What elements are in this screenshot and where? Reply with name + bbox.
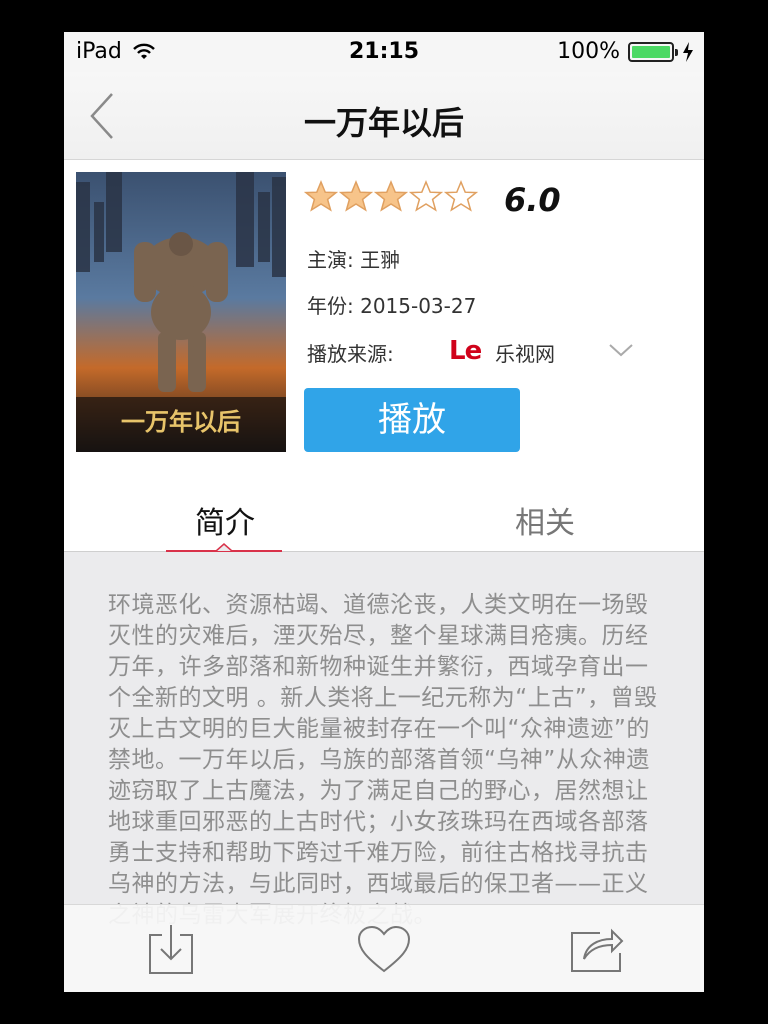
battery-icon <box>628 41 678 62</box>
page-title: 一万年以后 <box>303 104 464 142</box>
favorite-button[interactable] <box>356 925 412 979</box>
star-rating <box>304 180 479 214</box>
star-empty-icon <box>444 180 478 212</box>
release-year-text: 年份: 2015-03-27 <box>307 294 477 318</box>
share-button[interactable] <box>570 927 624 977</box>
download-icon <box>149 925 193 974</box>
download-button[interactable] <box>148 923 194 979</box>
synopsis-text: 环境恶化、资源枯竭、道德沦丧，人类文明在一场毁灭性的灾难后，湮灭殆尽，整个星球满… <box>108 592 658 928</box>
cast-text: 主演: 王翀 <box>307 248 401 272</box>
svg-text:一万年以后: 一万年以后 <box>121 407 241 436</box>
tab-intro[interactable]: 简介 <box>195 498 255 542</box>
battery-fill <box>632 45 670 58</box>
battery-percent: 100% <box>557 39 620 64</box>
app-screen: iPad 21:15 100% 一万年以后 一万年以后 6.0 主演: 王翀 年… <box>64 32 704 992</box>
rating-score: 6.0 <box>504 181 561 219</box>
source-dropdown-button[interactable] <box>606 339 636 361</box>
letv-logo: Le <box>449 336 482 366</box>
bolt-icon <box>683 41 693 62</box>
source-label: 播放来源: <box>307 342 394 366</box>
source-name: 乐视网 <box>495 342 555 366</box>
star-filled-icon <box>304 180 338 212</box>
chevron-down-icon <box>609 344 633 357</box>
movie-poster: 一万年以后 <box>76 172 286 452</box>
tab-related[interactable]: 相关 <box>515 498 575 542</box>
status-bar: iPad 21:15 100% <box>64 32 704 72</box>
share-icon <box>571 928 624 972</box>
navigation-bar: 一万年以后 <box>64 72 704 160</box>
bottom-toolbar <box>64 904 704 992</box>
star-empty-icon <box>409 180 443 212</box>
play-button[interactable]: 播放 <box>304 388 520 452</box>
star-filled-icon <box>374 180 408 212</box>
tab-bar: 简介 相关 <box>64 480 704 552</box>
heart-icon <box>357 925 411 973</box>
star-filled-icon <box>339 180 373 212</box>
